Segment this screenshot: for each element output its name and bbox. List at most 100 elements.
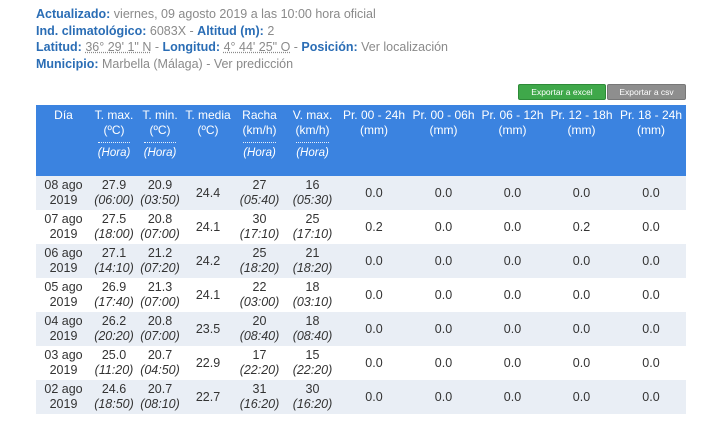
position-label: Posición: <box>301 40 358 55</box>
cell-day: 07 ago 2019 <box>36 210 91 244</box>
cell-tmax: 27.5 (18:00) <box>91 210 137 244</box>
cell-pr-00-24: 0.0 <box>339 278 409 312</box>
climate-data-table: Día T. max. (ºC) T. min. (ºC) T. media (ºC)… <box>36 105 686 414</box>
export-csv-button[interactable]: Exportar a csv <box>607 84 686 100</box>
cell-tmax: 24.6 (18:50) <box>91 380 137 414</box>
header-tmin[interactable]: T. min. (ºC) <box>137 105 183 142</box>
cell-pr-00-24: 0.0 <box>339 312 409 346</box>
table-row: 08 ago 2019 27.9 (06:00) 20.9 (03:50) 24.4 27 (0… <box>36 176 686 210</box>
header-gust-time: (Hora) <box>243 142 276 161</box>
climate-index-value: 6083X <box>149 23 187 38</box>
cell-tmean: 22.7 <box>183 380 233 414</box>
cell-pr-00-06: 0.0 <box>409 380 478 414</box>
cell-pr-06-12: 0.0 <box>478 346 547 380</box>
cell-pr-00-06: 0.0 <box>409 278 478 312</box>
cell-tmin: 21.2 (07:20) <box>137 244 183 278</box>
view-location-link[interactable]: Ver localización <box>361 40 448 54</box>
cell-tmean: 24.1 <box>183 210 233 244</box>
cell-pr-12-18: 0.0 <box>547 278 616 312</box>
cell-pr-06-12: 0.0 <box>478 380 547 414</box>
cell-pr-00-24: 0.0 <box>339 346 409 380</box>
altitude-value: 2 <box>267 23 275 38</box>
header-tmean[interactable]: T. media (ºC) <box>183 105 233 142</box>
cell-pr-12-18: 0.0 <box>547 380 616 414</box>
header-tmax[interactable]: T. max. (ºC) <box>91 105 137 142</box>
cell-pr-12-18: 0.0 <box>547 346 616 380</box>
cell-pr-00-06: 0.0 <box>409 176 478 210</box>
cell-vmax: 30 (16:20) <box>286 380 339 414</box>
cell-pr-00-24: 0.0 <box>339 176 409 210</box>
cell-tmax: 27.9 (06:00) <box>91 176 137 210</box>
view-forecast-link[interactable]: Ver predicción <box>214 57 293 71</box>
table-row: 03 ago 2019 25.0 (11:20) 20.7 (04:50) 22.9 17 (2… <box>36 346 686 380</box>
cell-pr-00-06: 0.0 <box>409 210 478 244</box>
cell-pr-18-24: 0.0 <box>616 244 686 278</box>
header-pr-00-24[interactable]: Pr. 00 - 24h (mm) <box>339 105 409 142</box>
cell-tmax: 26.9 (17:40) <box>91 278 137 312</box>
cell-vmax: 25 (17:10) <box>286 210 339 244</box>
table-row: 02 ago 2019 24.6 (18:50) 20.7 (08:10) 22.7 31 (1… <box>36 380 686 414</box>
cell-pr-00-06: 0.0 <box>409 244 478 278</box>
export-excel-button[interactable]: Exportar a excel <box>518 84 606 100</box>
updated-row: Actualizado: viernes, 09 agosto 2019 a l… <box>36 6 448 23</box>
cell-tmax: 26.2 (20:20) <box>91 312 137 346</box>
cell-pr-18-24: 0.0 <box>616 278 686 312</box>
municipality-row: Municipio: Marbella (Málaga) - Ver predi… <box>36 56 294 71</box>
cell-tmin: 21.3 (07:00) <box>137 278 183 312</box>
cell-day: 02 ago 2019 <box>36 380 91 414</box>
table-row: 07 ago 2019 27.5 (18:00) 20.8 (07:00) 24.1 30 (1… <box>36 210 686 244</box>
cell-gust: 17 (22:20) <box>233 346 286 380</box>
table-row: 04 ago 2019 26.2 (20:20) 20.8 (07:00) 23.5 20 (0… <box>36 312 686 346</box>
cell-tmin: 20.8 (07:00) <box>137 312 183 346</box>
cell-pr-06-12: 0.0 <box>478 278 547 312</box>
municipality-link[interactable]: Marbella (Málaga) <box>102 57 203 71</box>
cell-pr-00-24: 0.2 <box>339 210 409 244</box>
latitude-label: Latitud: <box>36 40 82 55</box>
cell-pr-12-18: 0.0 <box>547 176 616 210</box>
cell-gust: 31 (16:20) <box>233 380 286 414</box>
header-pr-18-24[interactable]: Pr. 18 - 24h (mm) <box>616 105 686 142</box>
cell-pr-18-24: 0.0 <box>616 312 686 346</box>
cell-pr-18-24: 0.0 <box>616 210 686 244</box>
cell-tmean: 24.4 <box>183 176 233 210</box>
cell-day: 05 ago 2019 <box>36 278 91 312</box>
cell-pr-06-12: 0.0 <box>478 244 547 278</box>
cell-tmax: 25.0 (11:20) <box>91 346 137 380</box>
coordinates-row: Latitud: 36° 29' 1" N - Longitud: 4° 44'… <box>36 40 449 55</box>
header-vmax-time: (Hora) <box>296 142 329 161</box>
cell-tmax: 27.1 (14:10) <box>91 244 137 278</box>
station-info: Actualizado: viernes, 09 agosto 2019 a l… <box>36 6 448 72</box>
cell-tmean: 22.9 <box>183 346 233 380</box>
header-subrow: (Hora) (Hora) (Hora) (Hora) <box>36 142 686 176</box>
cell-day: 03 ago 2019 <box>36 346 91 380</box>
header-row: Día T. max. (ºC) T. min. (ºC) T. media (ºC)… <box>36 105 686 142</box>
cell-vmax: 21 (18:20) <box>286 244 339 278</box>
cell-vmax: 15 (22:20) <box>286 346 339 380</box>
cell-pr-12-18: 0.0 <box>547 312 616 346</box>
cell-tmean: 23.5 <box>183 312 233 346</box>
table-row: 05 ago 2019 26.9 (17:40) 21.3 (07:00) 24.1 22 (0… <box>36 278 686 312</box>
cell-vmax: 18 (08:40) <box>286 312 339 346</box>
cell-tmin: 20.7 (08:10) <box>137 380 183 414</box>
altitude-label: Altitud (m): <box>197 23 264 38</box>
header-pr-12-18[interactable]: Pr. 12 - 18h (mm) <box>547 105 616 142</box>
updated-value: viernes, 09 agosto 2019 a las 10:00 hora… <box>113 7 376 21</box>
municipality-label: Municipio: <box>36 56 99 71</box>
cell-tmean: 24.2 <box>183 244 233 278</box>
cell-pr-12-18: 0.2 <box>547 210 616 244</box>
header-pr-06-12[interactable]: Pr. 06 - 12h (mm) <box>478 105 547 142</box>
header-day[interactable]: Día <box>36 105 91 142</box>
cell-pr-12-18: 0.0 <box>547 244 616 278</box>
header-pr-00-06[interactable]: Pr. 00 - 06h (mm) <box>409 105 478 142</box>
header-vmax[interactable]: V. max. (km/h) <box>286 105 339 142</box>
header-tmax-time: (Hora) <box>97 142 131 161</box>
header-gust[interactable]: Racha (km/h) <box>233 105 286 142</box>
cell-tmin: 20.7 (04:50) <box>137 346 183 380</box>
cell-vmax: 18 (03:10) <box>286 278 339 312</box>
cell-day: 06 ago 2019 <box>36 244 91 278</box>
climate-index-row: Ind. climatológico: 6083X - Altitud (m):… <box>36 23 275 38</box>
cell-gust: 25 (18:20) <box>233 244 286 278</box>
cell-tmin: 20.9 (03:50) <box>137 176 183 210</box>
cell-gust: 27 (05:40) <box>233 176 286 210</box>
cell-day: 08 ago 2019 <box>36 176 91 210</box>
